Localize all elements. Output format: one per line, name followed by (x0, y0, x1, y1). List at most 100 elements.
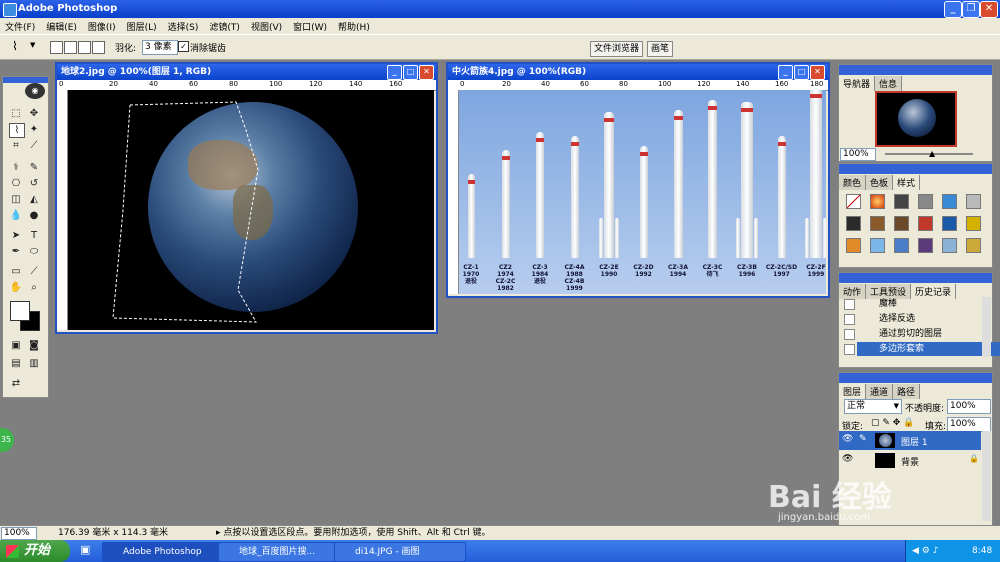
style-none-swatch[interactable] (846, 194, 861, 209)
tab-navigator[interactable]: 导航器 (839, 76, 876, 91)
history-scrollbar[interactable] (982, 297, 991, 357)
dodge-tool-icon[interactable]: ● (27, 209, 41, 222)
menu-layer[interactable]: 图层(L) (122, 18, 163, 33)
history-snapshot-box[interactable] (844, 299, 855, 310)
menu-window[interactable]: 窗口(W) (288, 18, 333, 33)
minimize-icon[interactable]: _ (944, 1, 962, 18)
path-select-icon[interactable]: ➤ (9, 229, 23, 242)
lock-transparency-icon[interactable]: ▢ ✎ ✥ 🔒 (871, 418, 914, 428)
tab-info[interactable]: 信息 (875, 76, 903, 91)
style-swatch[interactable] (846, 216, 861, 231)
clone-stamp-icon[interactable]: ⎔ (9, 177, 23, 190)
type-tool-icon[interactable]: T (27, 229, 41, 242)
menu-image[interactable]: 图像(I) (83, 18, 122, 33)
style-swatch[interactable] (870, 194, 885, 209)
layer-row-background[interactable]: 👁 背景 🔒 (839, 451, 981, 470)
taskbar-item-browser[interactable]: 地球_百度图片搜... (218, 542, 350, 562)
lasso-tool-selected-icon[interactable]: ⌇ (9, 123, 25, 138)
layers-scrollbar[interactable] (982, 431, 991, 521)
blend-mode-select[interactable]: 正常 ▼ (844, 399, 902, 414)
antialias-checkbox[interactable]: ✓ (178, 41, 189, 52)
style-swatch[interactable] (846, 238, 861, 253)
notes-tool-icon[interactable]: ▭ (9, 265, 23, 278)
menu-help[interactable]: 帮助(H) (333, 18, 376, 33)
brush-tool-icon[interactable]: ✎ (27, 161, 41, 174)
shape-tool-icon[interactable]: ⬭ (27, 245, 41, 258)
close-icon[interactable]: ✕ (980, 1, 998, 18)
tab-color[interactable]: 颜色 (839, 175, 867, 190)
close-icon[interactable]: ✕ (810, 65, 825, 80)
menu-select[interactable]: 选择(S) (163, 18, 205, 33)
menu-edit[interactable]: 编辑(E) (41, 18, 83, 33)
eyedropper-icon[interactable]: ⟋ (27, 265, 41, 278)
style-swatch[interactable] (966, 194, 981, 209)
style-swatch[interactable] (918, 194, 933, 209)
history-item[interactable]: 魔棒 (857, 297, 1000, 311)
screen-mode-full-icon[interactable]: ▥ (27, 357, 41, 370)
quickmask-mode-icon[interactable]: ◙ (27, 339, 41, 352)
menu-filter[interactable]: 滤镜(T) (204, 18, 246, 33)
brush-link-icon[interactable]: ✎ (859, 434, 867, 444)
layer-row-layer1[interactable]: 👁 ✎ 图层 1 (839, 431, 981, 450)
new-selection-icon[interactable] (50, 41, 63, 54)
foreground-color-front[interactable] (10, 301, 30, 321)
pen-tool-icon[interactable]: ✒ (9, 245, 23, 258)
style-swatch[interactable] (942, 216, 957, 231)
status-zoom-field[interactable]: 100% (1, 527, 37, 540)
style-swatch[interactable] (870, 216, 885, 231)
history-snapshot-box[interactable] (844, 314, 855, 325)
tab-paths[interactable]: 路径 (893, 384, 921, 399)
tab-styles[interactable]: 样式 (893, 175, 921, 190)
rockets-canvas[interactable]: CZ-1 1970 退役 CZ2 1974 CZ-2C 1982 CZ-3 1984 退役 CZ-4… (459, 90, 826, 294)
blur-tool-icon[interactable]: 💧 (9, 209, 23, 222)
minimize-icon[interactable]: _ (387, 65, 402, 80)
history-item-selected[interactable]: 多边形套索 (857, 342, 1000, 356)
eye-icon[interactable]: 👁 (842, 434, 853, 444)
opacity-field[interactable]: 100% (947, 399, 991, 414)
eye-icon[interactable]: 👁 (842, 454, 853, 464)
taskbar-item-paint[interactable]: di14.JPG - 画图 (334, 542, 466, 562)
maximize-icon[interactable]: □ (794, 65, 809, 80)
screen-mode-standard-icon[interactable]: ▤ (9, 357, 23, 370)
slider-thumb-icon[interactable]: ▲ (929, 149, 935, 158)
close-icon[interactable]: ✕ (419, 65, 434, 80)
menu-view[interactable]: 视图(V) (246, 18, 288, 33)
tab-swatches[interactable]: 色板 (866, 175, 894, 190)
notification-badge[interactable]: 35 (0, 428, 14, 452)
taskbar-item-photoshop[interactable]: Adobe Photoshop (102, 542, 234, 562)
minimize-icon[interactable]: _ (778, 65, 793, 80)
imageready-icon[interactable]: ⇄ (9, 377, 23, 390)
feather-input[interactable]: 3 像素 (142, 40, 178, 55)
slice-tool-icon[interactable]: ⟋ (27, 139, 41, 152)
magic-wand-icon[interactable]: ✦ (27, 123, 41, 136)
adobe-logo-icon[interactable]: ◉ (25, 83, 45, 99)
maximize-icon[interactable]: □ (403, 65, 418, 80)
restore-icon[interactable]: ❐ (962, 1, 980, 18)
healing-brush-icon[interactable]: ⚕ (9, 161, 23, 174)
navigator-zoom-field[interactable]: 100% (840, 148, 876, 161)
intersect-selection-icon[interactable] (92, 41, 105, 54)
chevron-down-icon[interactable]: ▼ (30, 41, 35, 49)
paint-bucket-icon[interactable]: ◭ (27, 193, 41, 206)
crop-tool-icon[interactable]: ⌗ (9, 139, 23, 152)
style-swatch[interactable] (918, 216, 933, 231)
tab-channels[interactable]: 通道 (866, 384, 894, 399)
style-swatch[interactable] (966, 238, 981, 253)
style-swatch[interactable] (942, 238, 957, 253)
tab-layers[interactable]: 图层 (839, 384, 867, 399)
tab-file-browser[interactable]: 文件浏览器 (590, 41, 644, 57)
zoom-tool-icon[interactable]: ⌕ (27, 281, 41, 294)
menu-file[interactable]: 文件(F) (0, 18, 41, 33)
history-item[interactable]: 通过剪切的图层 (857, 327, 1000, 341)
style-swatch[interactable] (894, 194, 909, 209)
subtract-selection-icon[interactable] (78, 41, 91, 54)
earth-canvas[interactable] (68, 90, 434, 330)
tab-brushes[interactable]: 画笔 (647, 41, 674, 57)
style-swatch[interactable] (894, 238, 909, 253)
style-swatch[interactable] (966, 216, 981, 231)
style-swatch[interactable] (870, 238, 885, 253)
standard-mode-icon[interactable]: ▣ (9, 339, 23, 352)
move-tool-icon[interactable]: ✥ (27, 107, 41, 120)
tray-icons[interactable]: ◀ ⚙ ♪ (906, 546, 938, 556)
lasso-tool-icon[interactable]: ⌇ (12, 39, 18, 53)
